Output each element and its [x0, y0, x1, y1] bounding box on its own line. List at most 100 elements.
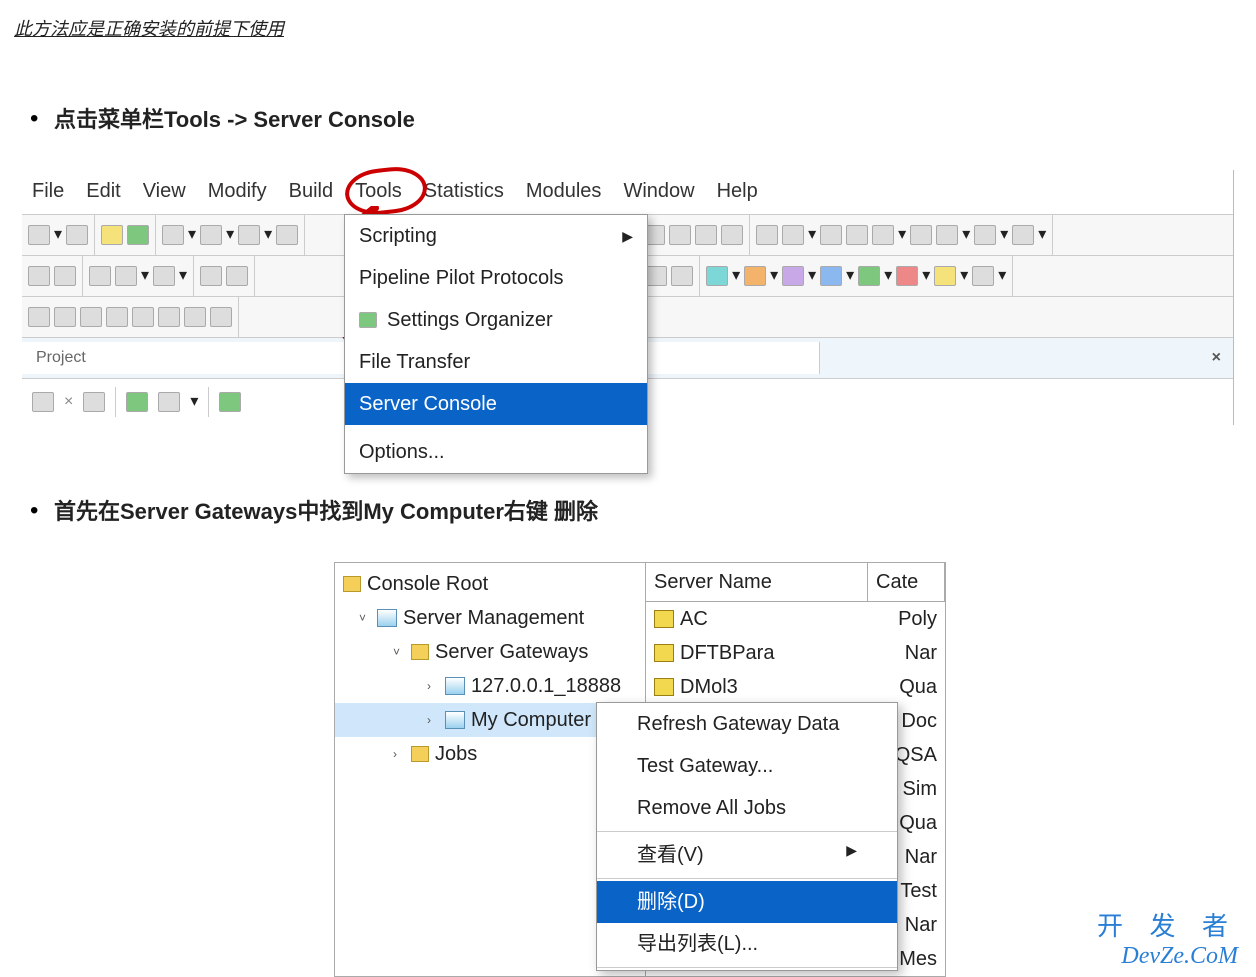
- context-menu: Refresh Gateway Data Test Gateway... Rem…: [596, 702, 898, 971]
- menu-tools[interactable]: Tools: [355, 176, 402, 206]
- mod-2-icon[interactable]: [744, 266, 766, 286]
- mesh-icon[interactable]: [238, 225, 260, 245]
- wrench-icon[interactable]: [820, 225, 842, 245]
- menu-edit[interactable]: Edit: [86, 176, 120, 206]
- list-row[interactable]: DMol3Qua: [646, 670, 945, 704]
- sort-az-icon[interactable]: [200, 266, 222, 286]
- gridsel8-icon[interactable]: [210, 307, 232, 327]
- proj-new-icon[interactable]: [32, 392, 54, 412]
- list-row[interactable]: ACPoly: [646, 602, 945, 636]
- gateway-icon: [445, 677, 465, 695]
- target-icon[interactable]: [695, 225, 717, 245]
- tree-gateway-ip[interactable]: ›127.0.0.1_18888: [335, 669, 645, 703]
- skip-back-icon[interactable]: [28, 266, 50, 286]
- chevron-right-icon: ▶: [622, 226, 633, 247]
- list-row[interactable]: DFTBParaNar: [646, 636, 945, 670]
- new-icon[interactable]: [28, 225, 50, 245]
- toolbar-area: ▾ ▾▾▾ ▾▾▾▾▾ ▾▾ ▾▾▾▾▾▾▾▾ ▾ Scripting▶ Pip…: [22, 214, 1233, 337]
- proj-refresh-icon[interactable]: [126, 392, 148, 412]
- col-server-name[interactable]: Server Name: [646, 563, 868, 601]
- globe-icon[interactable]: [127, 225, 149, 245]
- tree-server-gateways[interactable]: ˅Server Gateways: [335, 635, 645, 669]
- menu-pipeline[interactable]: Pipeline Pilot Protocols: [345, 257, 647, 299]
- menu-scripting[interactable]: Scripting▶: [345, 215, 647, 257]
- col-category[interactable]: Cate: [868, 563, 945, 601]
- bolt-icon[interactable]: [872, 225, 894, 245]
- ctx-refresh[interactable]: Refresh Gateway Data: [597, 703, 897, 745]
- chain-icon[interactable]: [936, 225, 958, 245]
- menu-view[interactable]: View: [143, 176, 186, 206]
- split-icon[interactable]: [89, 266, 111, 286]
- mod-5-icon[interactable]: [858, 266, 880, 286]
- folder-icon: [343, 576, 361, 592]
- tools-dropdown: Scripting▶ Pipeline Pilot Protocols Sett…: [344, 214, 648, 474]
- menu-settings-organizer[interactable]: Settings Organizer: [345, 299, 647, 341]
- close-button[interactable]: ×: [1200, 346, 1233, 370]
- skip-fwd-icon[interactable]: [54, 266, 76, 286]
- cycle-icon[interactable]: [974, 225, 996, 245]
- menu-build[interactable]: Build: [289, 176, 333, 206]
- ctx-delete[interactable]: 删除(D): [597, 881, 897, 923]
- ctx-export[interactable]: 导出列表(L)...: [597, 923, 897, 965]
- menu-modify[interactable]: Modify: [208, 176, 267, 206]
- menu-options[interactable]: Options...: [345, 431, 647, 473]
- box-icon[interactable]: [200, 225, 222, 245]
- layers-icon[interactable]: [669, 225, 691, 245]
- gridsel7-icon[interactable]: [184, 307, 206, 327]
- gridsel2-icon[interactable]: [54, 307, 76, 327]
- menubar: File Edit View Modify Build Tools Statis…: [22, 170, 1233, 214]
- ctx-test-gateway[interactable]: Test Gateway...: [597, 745, 897, 787]
- gridsel5-icon[interactable]: [132, 307, 154, 327]
- caret-down-icon: ˅: [359, 609, 371, 627]
- server-list: Server Name Cate ACPoly DFTBParaNar DMol…: [646, 563, 945, 976]
- proj-book-icon[interactable]: [219, 392, 241, 412]
- scissors-icon[interactable]: [846, 225, 868, 245]
- gridsel1-icon[interactable]: [28, 307, 50, 327]
- mod-8-icon[interactable]: [972, 266, 994, 286]
- folder-icon[interactable]: [101, 225, 123, 245]
- gridsel4-icon[interactable]: [106, 307, 128, 327]
- proj-sort-icon[interactable]: [158, 392, 180, 412]
- tree-console-root[interactable]: Console Root: [335, 567, 645, 601]
- menu-file[interactable]: File: [32, 176, 64, 206]
- menu-statistics[interactable]: Statistics: [424, 176, 504, 206]
- gridsel6-icon[interactable]: [158, 307, 180, 327]
- chart-icon[interactable]: [115, 266, 137, 286]
- gridsel3-icon[interactable]: [80, 307, 102, 327]
- watermark-zh: 开 发 者: [1097, 911, 1238, 942]
- caret-right-icon: ›: [427, 711, 439, 729]
- sort-za-icon[interactable]: [226, 266, 248, 286]
- mod-3-icon[interactable]: [782, 266, 804, 286]
- menu-server-console[interactable]: Server Console: [345, 383, 647, 425]
- dots-icon[interactable]: [1012, 225, 1034, 245]
- menu-modules[interactable]: Modules: [526, 176, 602, 206]
- expand-icon[interactable]: [721, 225, 743, 245]
- house-icon[interactable]: [671, 266, 693, 286]
- tree-icon[interactable]: [645, 266, 667, 286]
- save-icon[interactable]: [66, 225, 88, 245]
- step-1: 点击菜单栏Tools -> Server Console: [54, 103, 1242, 136]
- mod-7-icon[interactable]: [934, 266, 956, 286]
- grid-icon[interactable]: [276, 225, 298, 245]
- ctx-remove-jobs[interactable]: Remove All Jobs: [597, 787, 897, 829]
- mod-4-icon[interactable]: [820, 266, 842, 286]
- mod-6-icon[interactable]: [896, 266, 918, 286]
- columns-icon[interactable]: [153, 266, 175, 286]
- cube-icon[interactable]: [162, 225, 184, 245]
- brush-icon[interactable]: [782, 225, 804, 245]
- menu-file-transfer[interactable]: File Transfer: [345, 341, 647, 383]
- list-header: Server Name Cate: [646, 563, 945, 602]
- proj-cam-icon[interactable]: [83, 392, 105, 412]
- gateway-icon: [445, 711, 465, 729]
- watermark-en: DevZe.CoM: [1097, 942, 1238, 971]
- pencil-icon[interactable]: [756, 225, 778, 245]
- chevron-right-icon: ▶: [846, 840, 857, 861]
- link-icon[interactable]: [910, 225, 932, 245]
- menu-window[interactable]: Window: [623, 176, 694, 206]
- tree-server-mgmt[interactable]: ˅Server Management: [335, 601, 645, 635]
- menu-help[interactable]: Help: [717, 176, 758, 206]
- mod-1-icon[interactable]: [706, 266, 728, 286]
- caret-right-icon: ›: [427, 677, 439, 695]
- ctx-view[interactable]: 查看(V)▶: [597, 834, 897, 876]
- caret-down-icon: ˅: [393, 643, 405, 661]
